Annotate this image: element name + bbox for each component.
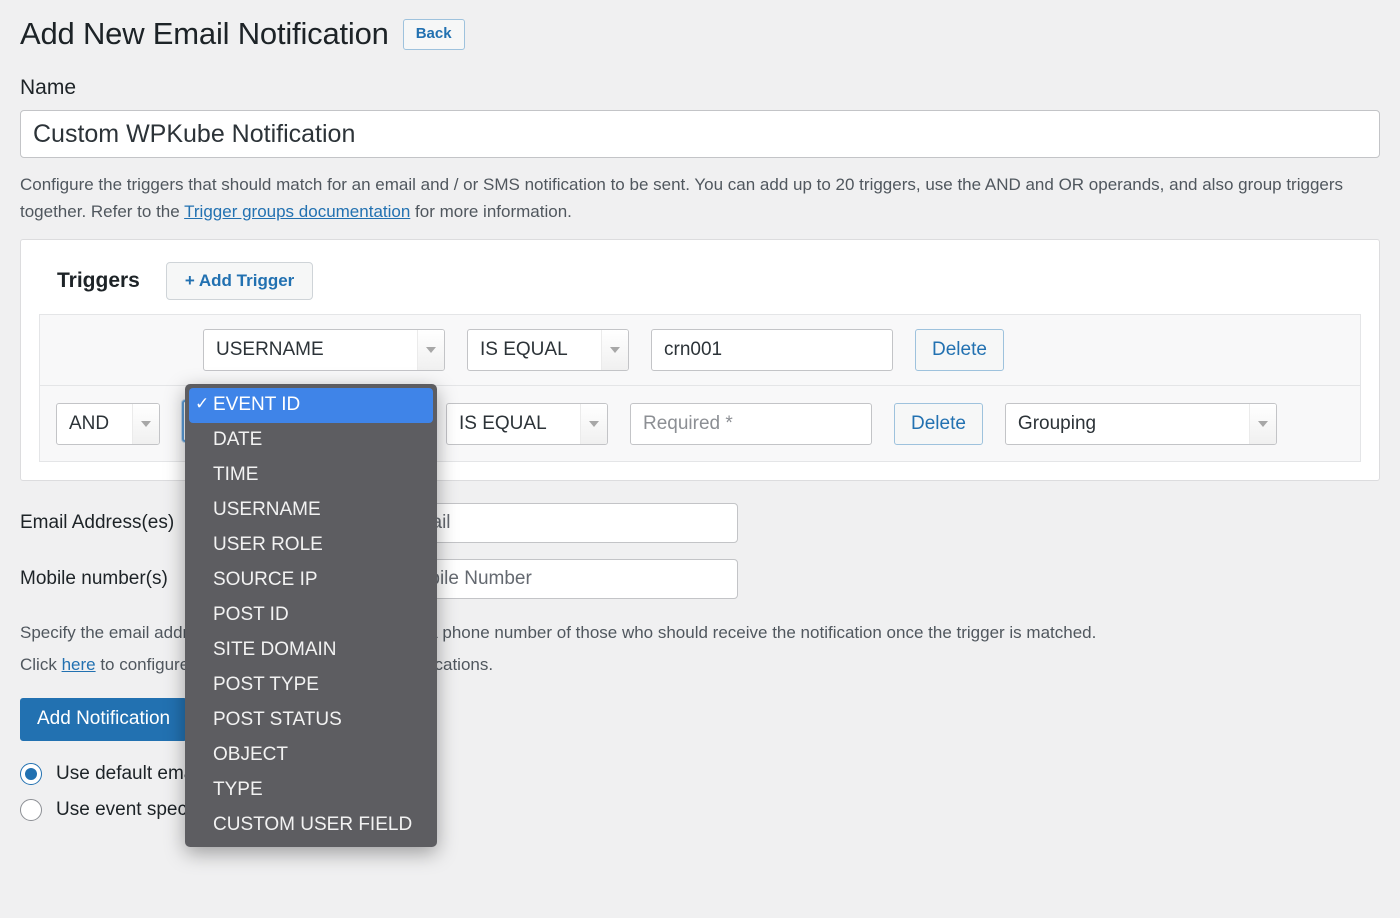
chevron-down-icon xyxy=(580,403,607,444)
page-header: Add New Email Notification Back xyxy=(20,0,1380,54)
triggers-description: Configure the triggers that should match… xyxy=(20,172,1380,225)
dropdown-option-site-domain[interactable]: SITE DOMAIN xyxy=(185,633,437,668)
chevron-down-icon xyxy=(417,330,444,371)
dropdown-option-date[interactable]: DATE xyxy=(185,423,437,458)
triggers-title: Triggers xyxy=(57,269,140,293)
add-notification-button[interactable]: Add Notification xyxy=(20,697,188,741)
dropdown-option-type[interactable]: TYPE xyxy=(185,773,437,808)
dropdown-option-object[interactable]: OBJECT xyxy=(185,738,437,773)
back-button[interactable]: Back xyxy=(402,18,465,50)
twilio-note-before: Click xyxy=(20,654,62,674)
radio-default-template[interactable] xyxy=(20,762,42,785)
trigger-value-input-1[interactable] xyxy=(651,329,893,372)
trigger-operand-select-2-label: AND xyxy=(69,412,110,434)
trigger-operand-select-2[interactable]: AND xyxy=(56,402,160,445)
table-row: AND EVENT ID EVENT ID DATE TIME USERNAME… xyxy=(40,384,1360,847)
notification-name-input[interactable] xyxy=(20,110,1380,159)
chevron-down-icon xyxy=(601,330,628,371)
chevron-down-icon xyxy=(132,403,159,444)
description-part-2: for more information. xyxy=(410,201,572,221)
trigger-rows: USERNAME IS EQUAL Delete AND E xyxy=(39,314,1361,847)
dropdown-option-user-role[interactable]: USER ROLE xyxy=(185,528,437,563)
triggers-panel: Triggers + Add Trigger USERNAME IS EQUAL… xyxy=(20,238,1380,847)
trigger-field-select-1-label: USERNAME xyxy=(216,339,324,361)
dropdown-option-time[interactable]: TIME xyxy=(185,458,437,493)
page-title: Add New Email Notification xyxy=(20,16,389,51)
trigger-grouping-select-2[interactable]: Grouping xyxy=(1004,402,1277,445)
mobile-number-input[interactable] xyxy=(390,559,738,600)
dropdown-option-post-status[interactable]: POST STATUS xyxy=(185,703,437,738)
delete-trigger-button-1[interactable]: Delete xyxy=(915,329,1004,372)
dropdown-option-event-id[interactable]: EVENT ID xyxy=(189,388,433,424)
radio-event-template[interactable] xyxy=(20,798,42,821)
dropdown-option-username[interactable]: USERNAME xyxy=(185,493,437,528)
trigger-condition-select-2[interactable]: IS EQUAL xyxy=(446,402,608,445)
dropdown-option-source-ip[interactable]: SOURCE IP xyxy=(185,563,437,598)
dropdown-option-post-type[interactable]: POST TYPE xyxy=(185,668,437,703)
name-label: Name xyxy=(20,76,77,100)
add-trigger-button[interactable]: + Add Trigger xyxy=(165,261,314,301)
trigger-condition-select-1[interactable]: IS EQUAL xyxy=(467,329,629,372)
dropdown-option-custom-user-field[interactable]: CUSTOM USER FIELD xyxy=(185,808,437,843)
email-address-input[interactable] xyxy=(390,503,738,544)
delete-trigger-button-2[interactable]: Delete xyxy=(894,402,983,445)
trigger-condition-select-1-label: IS EQUAL xyxy=(480,339,568,361)
chevron-down-icon xyxy=(1248,403,1276,444)
triggers-header: Triggers + Add Trigger xyxy=(39,256,1361,314)
trigger-field-dropdown-menu[interactable]: EVENT ID DATE TIME USERNAME USER ROLE SO… xyxy=(185,384,437,847)
trigger-field-select-1[interactable]: USERNAME xyxy=(203,329,445,372)
trigger-groups-documentation-link[interactable]: Trigger groups documentation xyxy=(184,202,410,221)
trigger-grouping-select-2-label: Grouping xyxy=(1017,412,1097,434)
trigger-condition-select-2-label: IS EQUAL xyxy=(459,412,547,434)
twilio-settings-link[interactable]: here xyxy=(62,655,96,674)
trigger-field-select-2-wrapper: EVENT ID EVENT ID DATE TIME USERNAME USE… xyxy=(182,384,437,847)
add-email-notification-page: Add New Email Notification Back Name Con… xyxy=(0,0,1400,847)
table-row: USERNAME IS EQUAL Delete xyxy=(40,315,1360,385)
dropdown-option-post-id[interactable]: POST ID xyxy=(185,598,437,633)
trigger-value-input-2[interactable] xyxy=(630,402,872,445)
